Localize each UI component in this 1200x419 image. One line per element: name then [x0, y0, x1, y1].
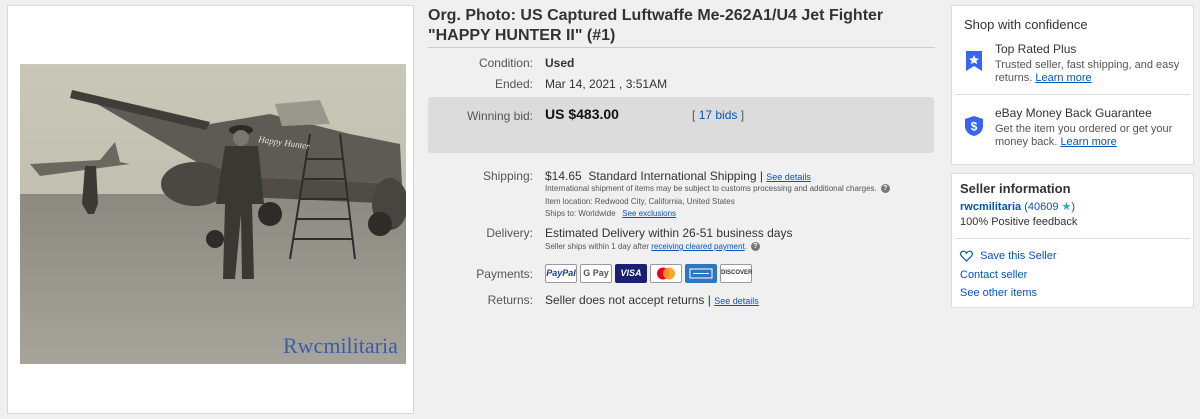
delivery-note: Seller ships within 1 day after receivin… [545, 242, 760, 252]
discover-logo: DISCOVER [720, 264, 752, 283]
help-icon[interactable]: ? [880, 184, 890, 194]
item-location: Item location: Redwood City, California,… [545, 197, 735, 206]
seller-name-line: rwcmilitaria (40609 ★) [960, 200, 1075, 213]
bids-open-bracket: [ [692, 108, 696, 122]
item-photo-panel[interactable]: Happy Hunter Rwcmilitaria [7, 5, 414, 414]
returns-policy: Seller does not accept returns | [545, 293, 711, 307]
seller-name-link[interactable]: rwcmilitaria [960, 201, 1021, 213]
delivery-note-prefix: Seller ships within 1 day after [545, 242, 650, 251]
mastercard-icon [657, 267, 675, 280]
save-seller-label: Save this Seller [980, 250, 1057, 262]
top-rated-badge-icon [966, 51, 982, 71]
amex-icon [689, 268, 713, 279]
positive-feedback: 100% Positive feedback [960, 216, 1078, 228]
condition-value: Used [545, 56, 575, 70]
seller-divider [955, 238, 1190, 239]
condition-label: Condition: [478, 56, 533, 70]
money-back-learn-more-link[interactable]: Learn more [1060, 136, 1116, 148]
returns-see-details-link[interactable]: See details [714, 296, 759, 306]
ended-value: Mar 14, 2021 , 3:51AM [545, 77, 668, 91]
heart-icon [960, 250, 973, 262]
money-back-title: eBay Money Back Guarantee [995, 106, 1152, 120]
payments-label: Payments: [476, 267, 533, 281]
shipping-label: Shipping: [482, 169, 533, 183]
save-seller-button[interactable]: Save this Seller [960, 250, 1057, 262]
delivery-label: Delivery: [486, 226, 533, 240]
shipping-line: $14.65 Standard International Shipping |… [545, 169, 811, 183]
mastercard-logo [650, 264, 682, 283]
ended-label: Ended: [494, 77, 533, 91]
delivery-note-suffix: . [744, 242, 747, 251]
delivery-estimate: Estimated Delivery within 26-51 business… [545, 226, 793, 240]
shipping-method: Standard International Shipping | [588, 169, 763, 183]
feedback-star-icon: ★ [1061, 201, 1072, 213]
svg-text:$: $ [971, 120, 978, 134]
listing-title: Org. Photo: US Captured Luftwaffe Me-262… [428, 7, 884, 44]
winning-bid-label: Winning bid: [466, 109, 533, 123]
shipping-note: International shipment of items may be s… [545, 184, 890, 194]
visa-logo: VISA [615, 264, 647, 283]
amex-logo [685, 264, 717, 283]
returns-label: Returns: [487, 293, 533, 307]
bids-close-bracket: ] [740, 108, 745, 122]
ships-to: Ships to: Worldwide See exclusions [545, 209, 676, 218]
paypal-logo: PayPal [545, 264, 577, 283]
shipping-cost: $14.65 [545, 169, 582, 183]
google-pay-logo: G Pay [580, 264, 612, 283]
title-divider [428, 47, 935, 48]
money-back-shield-icon: $ [965, 116, 983, 136]
see-other-items-link[interactable]: See other items [960, 287, 1037, 299]
shipping-note-text: International shipment of items may be s… [545, 184, 877, 193]
photo-watermark: Rwcmilitaria [283, 333, 398, 358]
top-rated-learn-more-link[interactable]: Learn more [1035, 72, 1091, 84]
bid-count: [ 17 bids ] [692, 108, 744, 122]
confidence-divider [955, 94, 1190, 95]
winning-bid-box [428, 97, 934, 153]
help-icon[interactable]: ? [750, 242, 760, 252]
item-photo[interactable]: Happy Hunter [20, 64, 406, 364]
shop-confidence-title: Shop with confidence [964, 17, 1088, 32]
seller-feedback-close: ) [1071, 201, 1076, 213]
contact-seller-link[interactable]: Contact seller [960, 269, 1027, 281]
see-exclusions-link[interactable]: See exclusions [622, 209, 676, 218]
cleared-payment-link[interactable]: receiving cleared payment [651, 242, 744, 251]
shipping-see-details-link[interactable]: See details [766, 172, 811, 182]
money-back-text: Get the item you ordered or get your mon… [995, 123, 1185, 149]
bid-history-link[interactable]: 17 bids [699, 108, 738, 122]
top-rated-text: Trusted seller, fast shipping, and easy … [995, 59, 1185, 85]
returns-line: Seller does not accept returns | See det… [545, 293, 759, 307]
top-rated-title: Top Rated Plus [995, 42, 1077, 56]
seller-feedback-count[interactable]: (40609 [1024, 201, 1058, 213]
seller-info-heading: Seller information [960, 181, 1071, 196]
ships-to-text: Ships to: Worldwide [545, 209, 616, 218]
winning-bid-price: US $483.00 [545, 106, 619, 122]
